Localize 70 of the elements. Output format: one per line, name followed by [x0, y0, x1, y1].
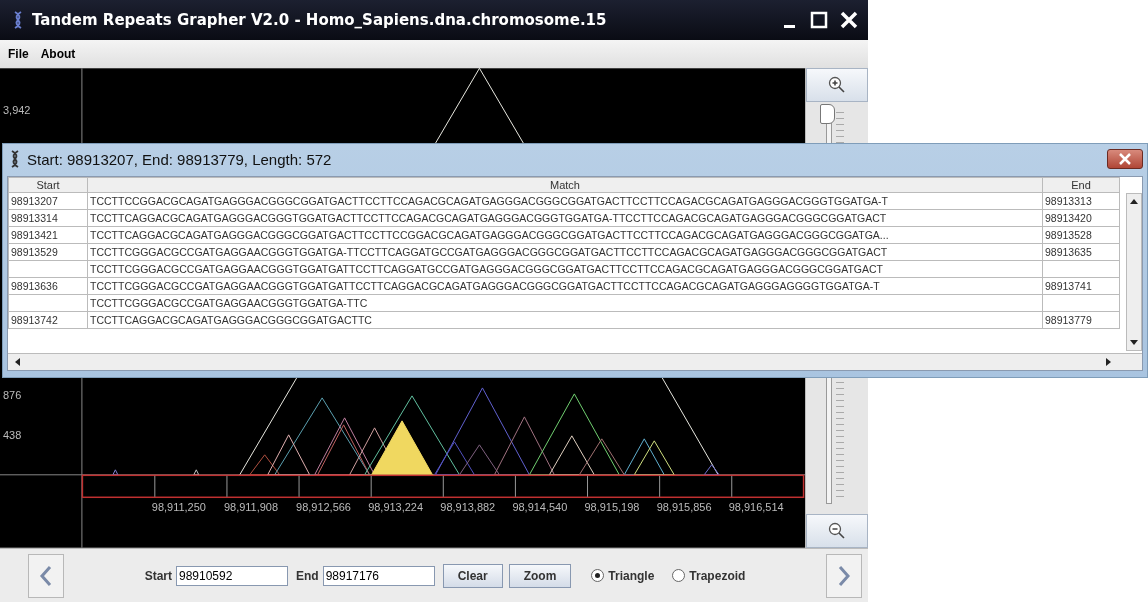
axis-label: 98,916,514 — [728, 500, 784, 513]
table-cell: TCCTTCGGGACGCCGATGAGGAACGGGTGGATGATTCCTTCAGGATGCCGATGAGGGACGGGCGGATGACTTCCTTCCAGACGCAGATGAGGGACGGGCGGATGACT — [90, 263, 883, 275]
table-cell: TCCTTCGGGACGCCGATGAGGAACGGGTGGATGA-TTC — [90, 297, 368, 309]
table-cell: TCCTTCAGGACGCAGATGAGGGACGGGCGGATGACTTCCTTCCGGACGCAGATGAGGGACGGGCGGATGACTTCCTTCCAGACGCAGATGAGGGACGGGCGGATGA... — [90, 229, 889, 241]
table-cell: 98913742 — [11, 314, 58, 326]
table-cell: 98913313 — [1045, 195, 1092, 207]
start-field[interactable]: 98910592 — [175, 565, 288, 586]
vertical-scrollbar[interactable] — [1126, 193, 1142, 351]
end-field[interactable]: 98917176 — [322, 565, 435, 586]
previous-button[interactable] — [28, 553, 64, 598]
window-title: Tandem Repeats Grapher V2.0 - Homo_Sapiens.dna.chromosome.15 — [32, 11, 608, 29]
menu-item[interactable]: About — [40, 47, 76, 61]
axis-label: 98,915,198 — [584, 500, 640, 513]
axis-label: 98,915,856 — [656, 500, 712, 513]
column-header[interactable]: End — [1042, 177, 1120, 193]
column-header[interactable]: Start — [8, 177, 88, 193]
close-button[interactable] — [1107, 149, 1143, 169]
table-cell: 98913421 — [11, 229, 58, 241]
table-cell: 98913314 — [11, 212, 58, 224]
next-button[interactable] — [826, 553, 862, 598]
axis-label: 98,913,224 — [368, 500, 424, 513]
table-cell: 98913529 — [11, 246, 58, 258]
slider-thumb[interactable] — [820, 104, 836, 124]
axis-label: 98,911,908 — [223, 500, 279, 513]
axis-label: 98,913,882 — [440, 500, 496, 513]
chevron-left-icon — [39, 564, 53, 587]
start-label: Start — [144, 568, 172, 583]
table-cell: TCCTTCAGGACGCAGATGAGGGACGGGCGGATGACTTC — [90, 314, 372, 326]
scroll-down-icon[interactable] — [1130, 340, 1138, 346]
table-cell: 98913779 — [1045, 314, 1092, 326]
table-cell: 98913741 — [1045, 280, 1092, 292]
table-cell: 98913636 — [11, 280, 58, 292]
table-cell: 98913420 — [1045, 212, 1092, 224]
axis-label: 438 — [3, 428, 22, 441]
table-cell: 98913635 — [1045, 246, 1092, 258]
table-cell: 98913207 — [11, 195, 58, 207]
clear-button[interactable]: Clear — [442, 563, 503, 588]
end-label: End — [295, 568, 319, 583]
zoom-in-button[interactable] — [806, 68, 868, 102]
dna-icon — [9, 150, 21, 168]
close-icon — [1118, 153, 1132, 165]
scroll-left-icon[interactable] — [14, 358, 20, 366]
zoom-out-button[interactable] — [806, 514, 868, 548]
scroll-up-icon[interactable] — [1130, 198, 1138, 204]
dialog-title: Start: 98913207, End: 98913779, Length: 572 — [27, 150, 333, 168]
dna-icon — [12, 11, 24, 29]
radio-circle[interactable] — [591, 569, 605, 582]
axis-label: 98,914,540 — [512, 500, 568, 513]
minimize-icon — [783, 24, 795, 28]
axis-label: 98,912,566 — [296, 500, 351, 513]
zoom-in-icon — [828, 76, 847, 94]
table-cell: TCCTTCGGGACGCCGATGAGGAACGGGTGGATGATTCCTTCAGGACGCAGATGAGGGACGGGCGGATGACTTCCTTCCAGACGCAGATGAGGGAGGGGTGGATGA-T — [90, 280, 880, 292]
table-cell: TCCTTCGGGACGCCGATGAGGAACGGGTGGATGA-TTCCTTCAGGATGCCGATGAGGGACGGGCGGATGACTTCCTTCCAGACGCAGATGAGGGACGGGCGGATGACT — [90, 246, 888, 258]
zoom-out-icon — [828, 522, 847, 540]
zoom-button[interactable]: Zoom — [508, 563, 572, 588]
scroll-right-icon[interactable] — [1106, 358, 1112, 366]
chevron-right-icon — [837, 564, 851, 587]
column-header[interactable]: Match — [87, 177, 1043, 193]
table-cell: TCCTTCAGGACGCAGATGAGGGACGGGTGGATGACTTCCTTCCAGACGCAGATGAGGGACGGGTGGATGA-TTCCTTCCAGACGCAGATGAGGGACGGGCGGATGACT — [90, 212, 887, 224]
menu-item[interactable]: File — [8, 47, 29, 61]
table-cell: TCCTTCCGGACGCAGATGAGGGACGGGCGGATGACTTCCTTCCAGACGCAGATGAGGGACGGGCGGATGACTTCCTTCCAGACGCAGATGAGGGACGGGTGGATGA-T — [90, 195, 889, 207]
axis-label: 98,911,250 — [151, 500, 206, 513]
shape-radio[interactable]: Triangle — [591, 568, 655, 583]
axis-label: 3,942 — [3, 104, 31, 117]
maximize-icon — [810, 11, 828, 29]
shape-radio[interactable]: Trapezoid — [672, 568, 746, 583]
axis-label: 876 — [3, 388, 22, 401]
radio-circle[interactable] — [672, 569, 686, 582]
table-cell: 98913528 — [1045, 229, 1092, 241]
close-icon — [840, 11, 858, 29]
